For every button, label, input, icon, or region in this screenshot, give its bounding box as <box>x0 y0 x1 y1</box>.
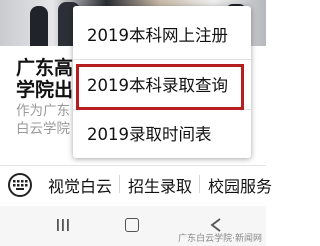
menu-divider <box>73 59 251 60</box>
menu-tab-admissions[interactable]: 招生录取 <box>119 173 200 197</box>
watermark: 广东白云学院·新闻网 <box>178 234 262 244</box>
menu-item-admission-schedule[interactable]: 2019录取时间表 <box>73 112 251 158</box>
menu-tab-campus-services[interactable]: 校园服务 <box>199 173 280 197</box>
menu-tab-visual-baiyun[interactable]: 视觉白云 <box>40 173 120 197</box>
highlight-box <box>76 64 244 110</box>
system-nav-bar: 广东白云学院·新闻网 <box>0 206 266 246</box>
back-icon[interactable] <box>210 218 222 232</box>
bottom-menu-bar: 视觉白云 招生录取 校园服务 <box>0 165 272 204</box>
menu-item-online-registration[interactable]: 2019本科网上注册 <box>73 13 251 59</box>
recent-apps-icon[interactable] <box>56 219 70 231</box>
home-icon[interactable] <box>125 218 139 232</box>
keyboard-icon[interactable] <box>8 173 32 197</box>
